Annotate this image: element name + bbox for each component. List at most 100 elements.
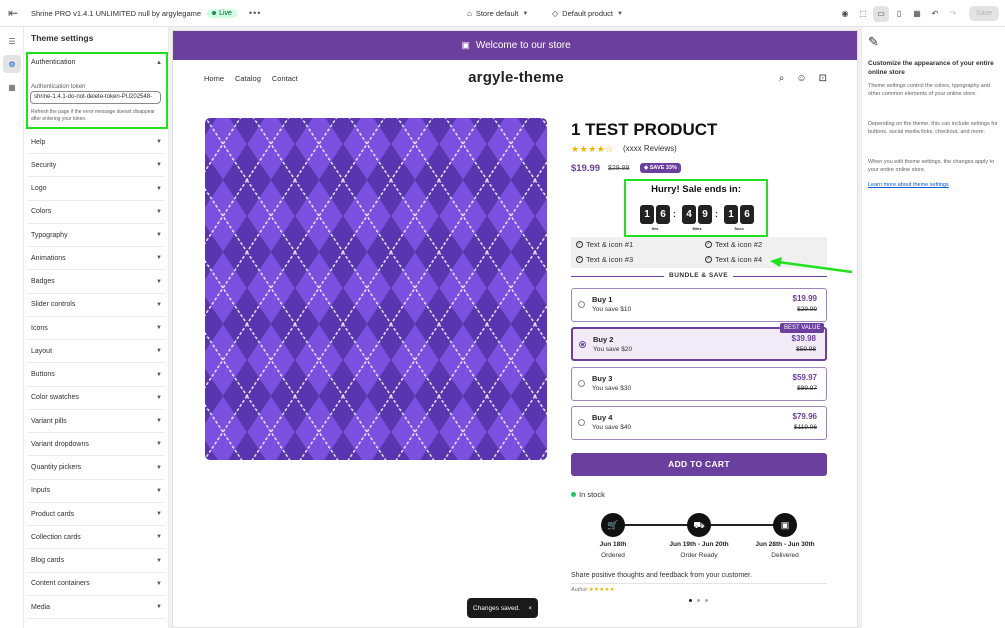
carousel-dot[interactable]: [689, 599, 692, 602]
mobile-view-icon[interactable]: ▯: [891, 6, 907, 22]
desktop-view-icon[interactable]: ▭: [873, 5, 890, 22]
more-actions-button[interactable]: •••: [249, 8, 261, 18]
tag-icon: ◇: [552, 9, 559, 18]
database-icon[interactable]: ◉: [837, 6, 853, 22]
bundle-offer-4[interactable]: Buy 4 You save $40 $79.96 $119.96: [571, 406, 827, 440]
sidebar-item-collection-cards[interactable]: Collection cards ▼: [27, 526, 165, 550]
sidebar-item-media[interactable]: Media ▼: [27, 596, 165, 619]
carousel-dot[interactable]: [705, 599, 708, 602]
sidebar-item-content-containers[interactable]: Content containers ▼: [27, 573, 165, 596]
chevron-down-icon: ▼: [156, 464, 162, 471]
info-title: Customize the appearance of your entire …: [868, 60, 994, 76]
sidebar-item-variant-dropdowns[interactable]: Variant dropdowns ▼: [27, 433, 165, 457]
testimonial-text: Share positive thoughts and feedback fro…: [571, 572, 752, 579]
chevron-down-icon: ▼: [156, 139, 162, 145]
undo-icon[interactable]: ↶: [927, 6, 943, 22]
cart-icon: 🛒: [601, 513, 625, 537]
save-button[interactable]: Save: [969, 6, 999, 21]
template-selector[interactable]: ◇ Default product ▼: [552, 9, 623, 18]
inspector-icon[interactable]: ⬚: [855, 6, 871, 22]
review-count[interactable]: (xxxx Reviews): [623, 144, 677, 153]
bundle-offer-1[interactable]: Buy 1 You save $10 $19.99 $29.99: [571, 288, 827, 322]
sidebar-item-quantity-pickers[interactable]: Quantity pickers ▼: [27, 457, 165, 480]
offer-price: $19.99: [792, 294, 817, 303]
exit-icon[interactable]: ⇤: [0, 6, 26, 20]
timer-label-mins: Mins: [692, 226, 702, 231]
author-name: Author: [571, 587, 588, 593]
auth-token-input[interactable]: shrine-1.4.1-do-not-delete-token-PU20254…: [30, 91, 161, 104]
auth-token-label: Authentication token: [31, 84, 86, 90]
theme-settings-sidebar: Theme settings Authentication ▲ Authenti…: [24, 27, 169, 628]
carousel-dot[interactable]: [697, 599, 700, 602]
offer-name: Buy 3: [592, 374, 613, 383]
timeline-date: Jun 18th: [599, 541, 627, 548]
chevron-down-icon: ▼: [156, 208, 162, 215]
learn-more-link[interactable]: Learn more about theme settings: [868, 182, 949, 188]
sidebar-item-badges[interactable]: Badges ▼: [27, 271, 165, 294]
sidebar-item-layout[interactable]: Layout ▼: [27, 340, 165, 364]
offer-compare-price: $89.97: [797, 385, 817, 392]
sidebar-item-slider-controls[interactable]: Slider controls ▼: [27, 294, 165, 317]
sidebar-item-label: Content containers: [31, 580, 90, 588]
offer-name: Buy 1: [592, 295, 613, 304]
search-icon[interactable]: ⌕: [779, 73, 785, 84]
sidebar-title: Theme settings: [31, 33, 94, 43]
cart-icon[interactable]: ⊡: [819, 73, 827, 84]
feature-item: ✓ Text & icon #4: [705, 255, 762, 264]
fullscreen-icon[interactable]: ▦: [909, 6, 925, 22]
sidebar-item-variant-pills[interactable]: Variant pills ▼: [27, 410, 165, 433]
offer-radio[interactable]: [578, 301, 585, 308]
store-logo[interactable]: argyle-theme: [173, 69, 857, 86]
apps-icon[interactable]: ▦: [3, 78, 21, 96]
bundle-offer-3[interactable]: Buy 3 You save $30 $59.97 $89.97: [571, 367, 827, 401]
chevron-up-icon: ▲: [156, 59, 162, 66]
sections-icon[interactable]: ☰: [3, 32, 21, 50]
package-icon: ▣: [773, 513, 797, 537]
chevron-down-icon: ▼: [156, 418, 162, 424]
live-dot-icon: [212, 11, 217, 15]
timer-label-hours: Hrs: [651, 226, 659, 231]
sidebar-item-blog-cards[interactable]: Blog cards ▼: [27, 550, 165, 573]
live-badge: Live: [207, 8, 237, 18]
chevron-down-icon: ▼: [156, 185, 162, 192]
chevron-down-icon: ▼: [156, 348, 162, 355]
sidebar-item-label: Buttons: [31, 371, 55, 378]
left-rail: ☰ ⚙ ▦: [0, 27, 24, 628]
stock-status: In stock: [571, 490, 605, 499]
compare-price: $29.99: [608, 165, 630, 172]
redo-icon[interactable]: ↷: [945, 6, 961, 22]
best-value-badge: BEST VALUE: [780, 323, 825, 333]
timer-digit: 6: [740, 205, 754, 224]
sidebar-item-authentication[interactable]: Authentication ▲: [27, 51, 165, 74]
theme-settings-icon[interactable]: ⚙: [3, 55, 21, 73]
timer-title: Hurry! Sale ends in:: [651, 184, 741, 195]
account-icon[interactable]: ☺: [796, 73, 806, 84]
info-paragraph: When you edit theme settings, the change…: [868, 159, 995, 173]
offer-radio[interactable]: [578, 380, 585, 387]
sidebar-item-logo[interactable]: Logo ▼: [27, 178, 165, 201]
store-selector[interactable]: ⌂ Store default ▼: [467, 9, 528, 18]
sidebar-item-label: Colors: [31, 208, 52, 216]
sidebar-item-product-cards[interactable]: Product cards ▼: [27, 503, 165, 526]
timeline-label: Ordered: [601, 552, 625, 559]
sidebar-item-buttons[interactable]: Buttons ▼: [27, 364, 165, 387]
chevron-down-icon: ▼: [617, 10, 623, 17]
sidebar-item-label: Variant pills: [31, 417, 67, 425]
add-to-cart-button[interactable]: ADD TO CART: [571, 453, 827, 476]
sidebar-item-color-swatches[interactable]: Color swatches ▼: [27, 387, 165, 410]
offer-radio[interactable]: [578, 419, 585, 426]
sidebar-item-typography[interactable]: Typography ▼: [27, 224, 165, 247]
product-image[interactable]: [205, 118, 547, 460]
theme-title: Shrine PRO v1.4.1 UNLIMITED null by argy…: [31, 8, 202, 18]
sidebar-item-security[interactable]: Security ▼: [27, 154, 165, 178]
timer-label-secs: Secs: [734, 226, 744, 231]
sidebar-item-icons[interactable]: Icons ▼: [27, 317, 165, 340]
argyle-pattern: [205, 118, 547, 460]
sidebar-item-animations[interactable]: Animations ▼: [27, 247, 165, 271]
sidebar-item-colors[interactable]: Colors ▼: [27, 201, 165, 224]
offer-radio[interactable]: [579, 341, 586, 348]
chevron-down-icon: ▼: [156, 371, 162, 378]
sidebar-item-inputs[interactable]: Inputs ▼: [27, 480, 165, 503]
close-icon[interactable]: ×: [528, 605, 532, 612]
sidebar-item-help[interactable]: Help ▼: [27, 131, 165, 154]
